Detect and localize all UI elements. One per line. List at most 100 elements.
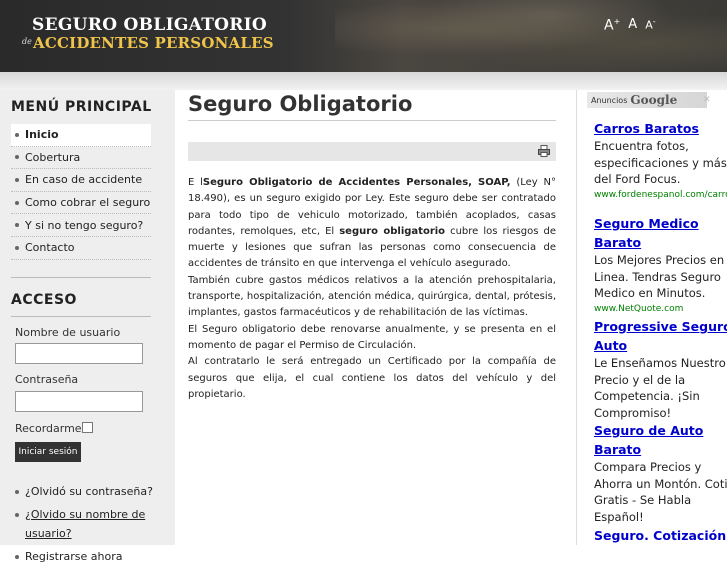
- ad-text: Medico en Minutos.: [594, 286, 706, 300]
- bullet-icon: [15, 490, 19, 494]
- ad-text: Encuentra fotos,: [594, 139, 689, 153]
- font-smaller-label: A: [645, 18, 653, 32]
- password-field[interactable]: [15, 391, 143, 412]
- ad-title[interactable]: Seguro. Cotización: [594, 526, 727, 545]
- menu-item-label: Y si no tengo seguro?: [25, 218, 144, 232]
- text-run: E l: [188, 177, 203, 188]
- ad-url[interactable]: www.fordenespanol.com/carros: [594, 188, 727, 202]
- menu-item-accidente[interactable]: En caso de accidente: [11, 169, 151, 192]
- remember-label: Recordarme: [15, 422, 82, 435]
- site-header: SEGURO OBLIGATORIO de ACCIDENTES PERSONA…: [0, 0, 727, 72]
- ad-text: Ahorra un Montón. Coti: [594, 476, 727, 491]
- paragraph-1: E lSeguro Obligatorio de Accidentes Pers…: [188, 175, 556, 273]
- bullet-icon: [15, 223, 19, 228]
- main-menu: Inicio Cobertura En caso de accidente Co…: [11, 124, 151, 260]
- forgot-password-link[interactable]: ¿Olvidó su contraseña?: [15, 482, 160, 501]
- ad-text: del Ford Focus.: [594, 172, 681, 186]
- menu-item-inicio[interactable]: Inicio: [11, 124, 151, 147]
- sidebar-divider: [11, 316, 151, 317]
- ad-text: Los Mejores Precios en: [594, 253, 725, 267]
- ad-title[interactable]: Seguro Medico: [594, 214, 727, 233]
- link-label: Registrarse ahora: [25, 550, 123, 563]
- ad-title[interactable]: Barato: [594, 233, 727, 252]
- menu-item-cobrar[interactable]: Como cobrar el seguro: [11, 192, 151, 215]
- page-title: Seguro Obligatorio: [188, 92, 556, 121]
- bold-text: seguro obligatorio: [339, 225, 446, 237]
- header-leaf-image: [335, 0, 727, 72]
- bold-text: Seguro Obligatorio de Accidentes Persona…: [202, 177, 511, 188]
- menu-item-sin-seguro[interactable]: Y si no tengo seguro?: [11, 214, 151, 237]
- font-size-controls: A+ A A-: [604, 17, 656, 34]
- ads-panel: Anuncios Google ✕ Carros Baratos Encuentr…: [576, 90, 727, 545]
- password-label: Contraseña: [15, 373, 79, 386]
- ad-item[interactable]: Progressive Seguro Auto Le Enseñamos Nue…: [594, 317, 727, 421]
- font-smaller-button[interactable]: A-: [645, 17, 655, 34]
- ad-text: Le Enseñamos Nuestro: [594, 356, 726, 370]
- menu-item-cobertura[interactable]: Cobertura: [11, 147, 151, 170]
- close-icon[interactable]: ✕: [703, 95, 713, 105]
- username-field[interactable]: [15, 343, 143, 364]
- ad-url[interactable]: www.NetQuote.com: [594, 302, 727, 316]
- ad-item[interactable]: Carros Baratos Encuentra fotos, especifi…: [594, 119, 727, 202]
- menu-title: MENÚ PRINCIPAL: [11, 99, 152, 115]
- font-larger-sup: +: [613, 17, 621, 26]
- menu-item-label: Contacto: [25, 241, 75, 255]
- header-separator: [0, 72, 727, 90]
- menu-item-label: Cobertura: [25, 150, 81, 164]
- ads-by-label: Anuncios: [591, 95, 628, 105]
- ad-text: Compara Precios y: [594, 460, 702, 474]
- link-label: ¿Olvidó su contraseña?: [25, 485, 153, 498]
- menu-item-label: En caso de accidente: [25, 173, 143, 187]
- ad-text: Precio y el de la: [594, 372, 686, 387]
- menu-item-contacto[interactable]: Contacto: [11, 237, 151, 260]
- bullet-icon: [15, 513, 19, 517]
- paragraph-3: El Seguro obligatorio debe renovarse anu…: [188, 323, 556, 351]
- bullet-icon: [15, 155, 19, 160]
- paragraph-4: Al contratarlo le será entregado un Cert…: [188, 356, 556, 400]
- print-icon[interactable]: [538, 145, 550, 157]
- menu-item-label: Inicio: [25, 128, 59, 142]
- ads-header[interactable]: Anuncios Google: [587, 92, 707, 108]
- account-links: ¿Olvidó su contraseña? ¿Olvido su nombre…: [15, 482, 160, 570]
- google-logo: Google: [630, 93, 678, 107]
- font-larger-label: A: [604, 17, 614, 34]
- bullet-icon: [15, 245, 19, 250]
- link-label: ¿Olvido su nombre de usuario?: [25, 508, 146, 540]
- ad-text: Gratis - Se Habla: [594, 493, 692, 507]
- logo-line-2[interactable]: ACCIDENTES PERSONALES: [33, 34, 274, 52]
- ad-item[interactable]: Seguro. Cotización: [594, 526, 727, 545]
- article-body: E lSeguro Obligatorio de Accidentes Pers…: [188, 175, 556, 403]
- ad-text: Compromiso!: [594, 405, 672, 420]
- ad-text: Español!: [594, 509, 644, 524]
- menu-item-label: Como cobrar el seguro: [25, 196, 151, 210]
- forgot-username-link[interactable]: ¿Olvido su nombre de usuario?: [15, 505, 160, 543]
- font-larger-button[interactable]: A+: [604, 17, 620, 34]
- font-smaller-sup: -: [652, 17, 656, 26]
- ad-title[interactable]: Auto: [594, 336, 727, 355]
- ad-title[interactable]: Barato: [594, 440, 727, 459]
- ad-title[interactable]: Progressive Seguro: [594, 317, 727, 336]
- register-link[interactable]: Registrarse ahora: [15, 547, 160, 566]
- logo-line-1[interactable]: SEGURO OBLIGATORIO: [32, 15, 267, 35]
- paragraph-2: También cubre gastos médicos relativos a…: [188, 274, 556, 319]
- sidebar-divider: [11, 277, 151, 278]
- bullet-icon: [15, 200, 19, 205]
- article-toolbar: [188, 142, 556, 161]
- main-content: Seguro Obligatorio E lSeguro Obligatorio…: [188, 90, 556, 403]
- ad-title[interactable]: Seguro de Auto: [594, 421, 727, 440]
- ad-item[interactable]: Seguro de Auto Barato Compara Precios y …: [594, 421, 727, 525]
- username-label: Nombre de usuario: [15, 326, 121, 339]
- ad-item[interactable]: Seguro Medico Barato Los Mejores Precios…: [594, 214, 727, 316]
- ad-text: Competencia. ¡Sin: [594, 389, 700, 403]
- ad-text: Linea. Tendras Seguro: [594, 269, 721, 284]
- ad-title[interactable]: Carros Baratos: [594, 119, 727, 138]
- ad-text: especificaciones y más: [594, 155, 727, 170]
- logo-de: de: [22, 37, 32, 46]
- bullet-icon: [15, 555, 19, 559]
- bullet-icon: [15, 177, 19, 182]
- font-reset-button[interactable]: A: [628, 17, 637, 34]
- remember-checkbox[interactable]: [82, 422, 93, 433]
- bullet-icon: [15, 132, 19, 137]
- login-button[interactable]: Iniciar sesión: [15, 442, 81, 462]
- access-title: ACCESO: [11, 292, 77, 308]
